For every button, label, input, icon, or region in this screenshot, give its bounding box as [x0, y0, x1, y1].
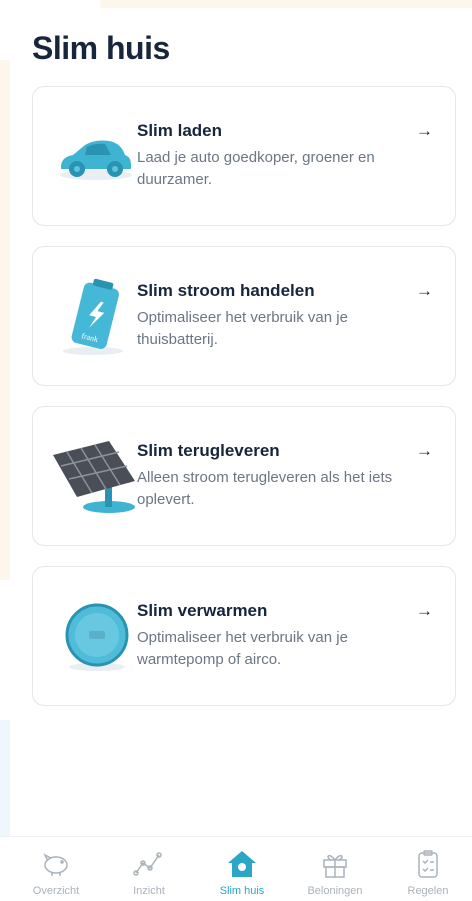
nav-label: Regelen [407, 885, 449, 897]
nav-item-overzicht[interactable]: Overzicht [16, 837, 96, 901]
nav-item-beloningen[interactable]: Beloningen [295, 837, 375, 901]
arrow-right-icon[interactable]: → [416, 441, 433, 461]
arrow-right-icon[interactable]: → [416, 121, 433, 141]
card-slim-terugleveren[interactable]: Slim terugleveren Alleen stroom teruglev… [32, 406, 456, 546]
thermostat-icon [51, 597, 141, 677]
nav-item-slim-huis[interactable]: Slim huis [202, 837, 282, 901]
chart-line-icon [133, 849, 165, 879]
nav-label: Beloningen [307, 885, 363, 897]
bottom-navigation: Overzicht Inzicht Slim huis Beloningen R… [0, 836, 472, 901]
clipboard-icon [412, 849, 444, 879]
battery-icon: frank [51, 277, 141, 357]
background-accent-left-bottom [0, 720, 10, 840]
nav-item-regelen[interactable]: Regelen [388, 837, 468, 901]
card-slim-verwarmen[interactable]: Slim verwarmen Optimaliseer het verbruik… [32, 566, 456, 706]
arrow-right-icon[interactable]: → [416, 601, 433, 621]
card-description: Laad je auto goedkoper, groener en duurz… [137, 149, 375, 188]
nav-label: Slim huis [219, 885, 265, 897]
solar-panel-icon [47, 437, 137, 517]
card-description: Optimaliseer het verbruik van je thuisba… [137, 309, 348, 348]
background-accent-left [0, 60, 10, 580]
card-title: Slim laden [137, 121, 223, 140]
card-slim-laden[interactable]: Slim laden Laad je auto goedkoper, groen… [32, 86, 456, 226]
piggy-bank-icon [40, 849, 72, 879]
card-title: Slim verwarmen [137, 601, 268, 620]
car-icon [51, 117, 141, 197]
card-title: Slim terugleveren [137, 441, 280, 460]
page-title: Slim huis [32, 30, 170, 66]
gift-icon [319, 849, 351, 879]
nav-item-inzicht[interactable]: Inzicht [109, 837, 189, 901]
card-description: Optimaliseer het verbruik van je warmtep… [137, 629, 348, 668]
arrow-right-icon[interactable]: → [416, 281, 433, 301]
house-icon [226, 849, 258, 879]
card-slim-stroom-handelen[interactable]: frank Slim stroom handelen Optimaliseer … [32, 246, 456, 386]
card-title: Slim stroom handelen [137, 281, 315, 300]
nav-label: Inzicht [133, 885, 165, 897]
background-accent-top [100, 0, 472, 8]
nav-label: Overzicht [32, 885, 80, 897]
card-description: Alleen stroom terugleveren als het iets … [137, 469, 393, 508]
